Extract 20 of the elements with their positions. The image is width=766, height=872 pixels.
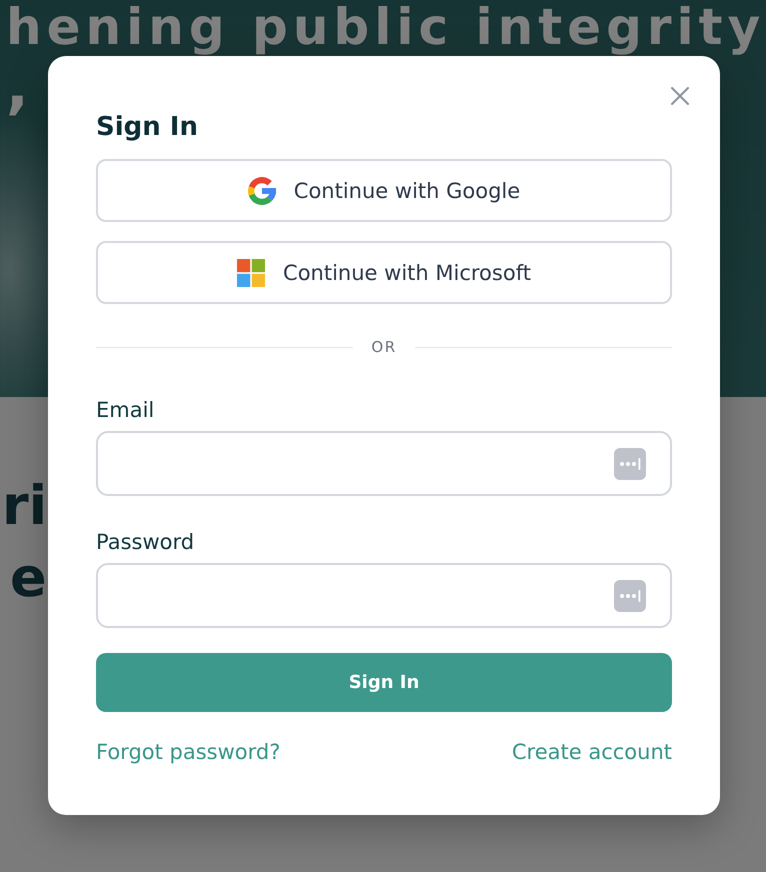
dots-icon[interactable] bbox=[614, 580, 646, 612]
hero-heading: , bbox=[6, 57, 29, 117]
dialog-title: Sign In bbox=[96, 111, 198, 144]
password-field[interactable] bbox=[96, 563, 672, 628]
divider-label: OR bbox=[371, 337, 397, 357]
hero-heading: hening public integrity bbox=[6, 0, 766, 54]
section-heading: e bbox=[10, 545, 47, 611]
email-field[interactable] bbox=[96, 431, 672, 496]
square-grid-logo-icon bbox=[237, 258, 266, 286]
provider-button[interactable]: Continue with Google bbox=[96, 159, 672, 222]
section-heading: ri bbox=[2, 473, 48, 539]
create-account-link[interactable]: Create account bbox=[512, 739, 672, 765]
g-logo-icon bbox=[248, 176, 276, 204]
email-label: Email bbox=[96, 397, 154, 423]
close-icon bbox=[671, 87, 689, 105]
forgot-password-link[interactable]: Forgot password? bbox=[96, 739, 280, 765]
sign-in-button[interactable]: Sign In bbox=[96, 653, 672, 712]
provider-button[interactable]: Continue with Microsoft bbox=[96, 241, 672, 304]
dots-icon[interactable] bbox=[614, 448, 646, 480]
password-label: Password bbox=[96, 529, 194, 555]
